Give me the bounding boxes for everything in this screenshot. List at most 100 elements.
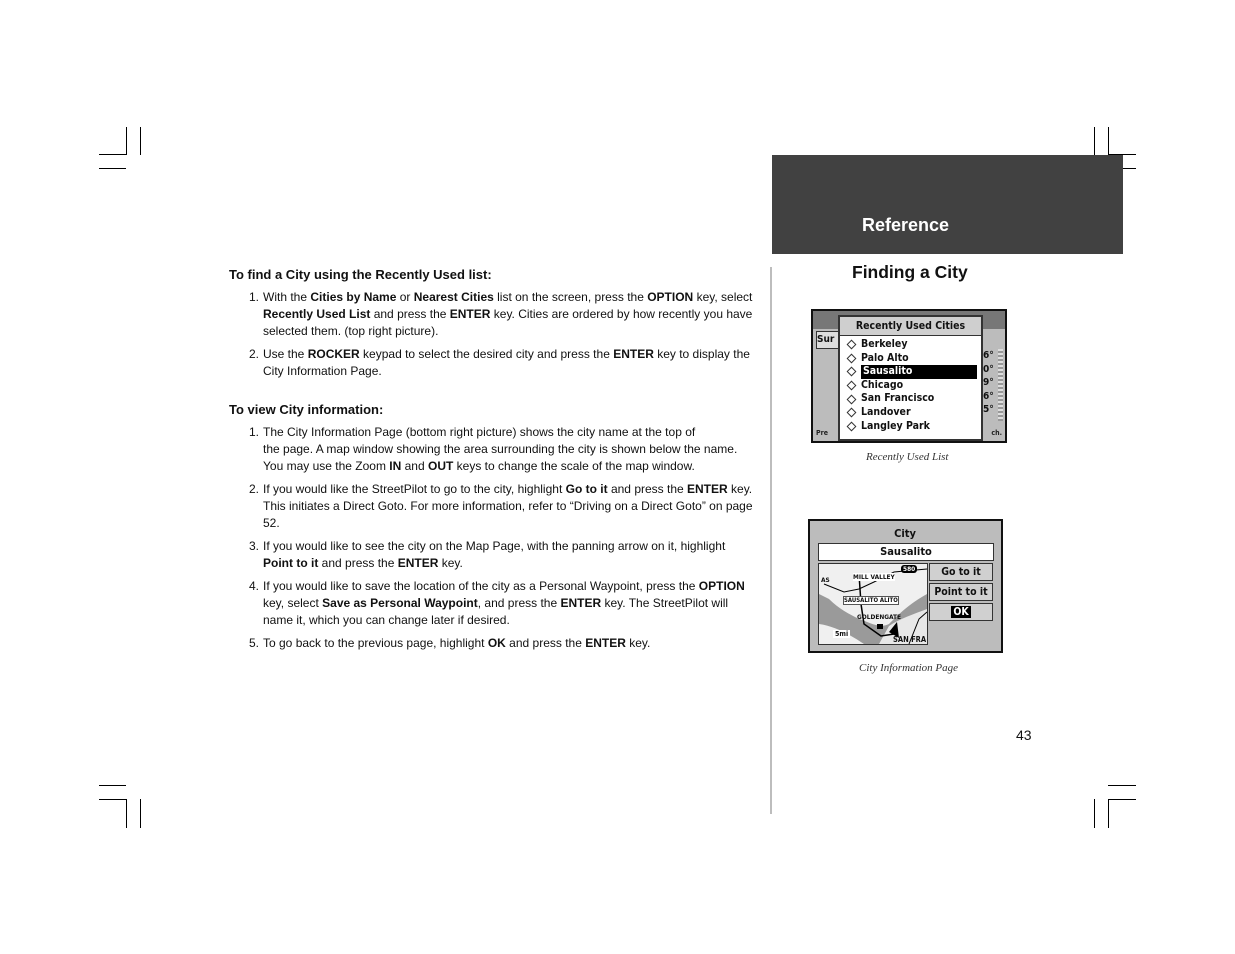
crop-mark — [126, 799, 127, 828]
city-icon — [846, 421, 857, 432]
section-header-band: Reference — [772, 155, 1123, 254]
page-title: Finding a City — [852, 262, 968, 282]
key-term: Cities by Name — [310, 290, 397, 304]
step-number: 2. — [249, 482, 260, 496]
list-item: 2. Use the ROCKER keypad to select the de… — [249, 346, 754, 380]
recently-used-heading: To find a City using the Recently Used l… — [229, 267, 492, 282]
city-name: Sausalito — [861, 365, 977, 379]
key-term: ROCKER — [307, 347, 360, 361]
list-item: 1. The City Information Page (bottom righ… — [249, 424, 754, 475]
city-info-steps: 1. The City Information Page (bottom righ… — [249, 424, 754, 658]
crop-mark — [140, 799, 141, 828]
go-to-it-button[interactable]: Go to it — [929, 563, 993, 581]
screen-title: City — [894, 527, 916, 540]
city-name: San Francisco — [861, 392, 935, 405]
ok-button[interactable]: OK — [929, 603, 993, 621]
key-term: OUT — [428, 459, 454, 473]
crop-mark — [1108, 785, 1136, 786]
step-text: Use the ROCKER keypad to select the desi… — [263, 347, 750, 378]
key-term: IN — [389, 459, 402, 473]
city-list-item[interactable]: Berkeley — [840, 338, 981, 352]
city-list-item[interactable]: Langley Park — [840, 420, 981, 434]
city-name-field: Sausalito — [818, 543, 994, 561]
page-number: 43 — [1016, 727, 1032, 743]
city-marker-icon — [877, 624, 883, 629]
step-number: 5. — [249, 636, 260, 650]
crop-mark — [1094, 127, 1095, 155]
crop-mark — [126, 127, 127, 155]
city-list-item[interactable]: Chicago — [840, 379, 981, 393]
key-term: ENTER — [560, 596, 602, 610]
city-icon — [846, 367, 857, 377]
map-scale: 5mi — [833, 630, 851, 638]
step-text: To go back to the previous page, highlig… — [263, 636, 651, 650]
map-label: MILL VALLEY — [853, 573, 895, 581]
key-term: Go to it — [565, 482, 608, 496]
figure-caption: Recently Used List — [866, 451, 949, 463]
city-list: Berkeley Palo Alto Sausalito Chicago San Fra… — [840, 338, 981, 433]
button-label: OK — [951, 606, 971, 618]
crop-mark — [1108, 799, 1136, 800]
popup-title: Recently Used Cities — [840, 317, 981, 336]
city-icon — [846, 339, 857, 350]
list-item: 5. To go back to the previous page, highl… — [249, 635, 754, 652]
step-number: 2. — [249, 347, 260, 361]
map-label: AS — [821, 576, 830, 584]
city-icon — [846, 394, 857, 405]
recently-used-screen: Sur 6° 0° 9° 6° 5° Pre ch. Recently Used Cit… — [811, 309, 1007, 443]
city-information-screen: City Sausalito AS MILL VALLEY 580 SAUSAL… — [808, 519, 1003, 653]
city-list-item[interactable]: Palo Alto — [840, 352, 981, 366]
map-label: SAN FRA — [893, 635, 927, 644]
key-term: Recently Used List — [263, 307, 371, 321]
footer-right: ch. — [991, 429, 1002, 437]
recently-used-popup: Recently Used Cities Berkeley Palo Alto Sa… — [838, 315, 983, 441]
figure-caption: City Information Page — [859, 662, 958, 674]
key-term: OPTION — [698, 579, 745, 593]
key-term: ENTER — [397, 556, 439, 570]
city-icon — [846, 353, 857, 364]
list-item: 3. If you would like to see the city on t… — [249, 538, 754, 572]
crop-mark — [140, 127, 141, 155]
key-term: ENTER — [449, 307, 491, 321]
city-icon — [846, 407, 857, 418]
map-label: SAUSALITO ALITO — [843, 596, 899, 605]
list-item: 2. If you would like the StreetPilot to g… — [249, 481, 754, 532]
map-window[interactable]: AS MILL VALLEY 580 SAUSALITO ALITO GOLDE… — [818, 563, 928, 645]
step-text: If you would like to save the location o… — [263, 579, 745, 627]
recently-used-steps: 1. With the Cities by Name or Nearest Cit… — [249, 289, 754, 386]
crop-mark — [99, 785, 126, 786]
key-term: Save as Personal Waypoint — [322, 596, 478, 610]
crop-mark — [1108, 799, 1109, 828]
step-number: 4. — [249, 579, 260, 593]
column-divider — [770, 267, 772, 814]
crop-mark — [99, 154, 126, 155]
step-number: 1. — [249, 290, 260, 304]
key-term: Nearest Cities — [413, 290, 494, 304]
footer-left: Pre — [816, 429, 828, 437]
key-term: OK — [487, 636, 506, 650]
city-list-item[interactable]: San Francisco — [840, 392, 981, 406]
city-name: Langley Park — [861, 419, 930, 432]
highway-shield: 580 — [901, 565, 918, 573]
crop-mark — [99, 168, 126, 169]
city-name: Berkeley — [861, 338, 908, 350]
step-text: If you would like to see the city on the… — [263, 539, 726, 570]
city-name: Chicago — [861, 378, 904, 391]
step-text: The City Information Page (bottom right … — [263, 425, 738, 473]
button-label: Point to it — [934, 586, 988, 598]
crop-mark — [1094, 799, 1095, 828]
key-term: Point to it — [263, 556, 319, 570]
step-number: 3. — [249, 539, 260, 553]
button-label: Go to it — [941, 566, 981, 578]
crop-mark — [99, 799, 126, 800]
scrollbar[interactable] — [998, 349, 1003, 421]
city-name: Landover — [861, 405, 911, 418]
key-term: ENTER — [585, 636, 626, 650]
point-to-it-button[interactable]: Point to it — [929, 583, 993, 601]
key-term: ENTER — [687, 482, 728, 496]
city-list-item[interactable]: Sausalito — [840, 365, 981, 379]
city-list-item[interactable]: Landover — [840, 406, 981, 420]
step-number: 1. — [249, 425, 260, 439]
city-icon — [846, 380, 857, 391]
crop-mark — [1108, 127, 1109, 155]
